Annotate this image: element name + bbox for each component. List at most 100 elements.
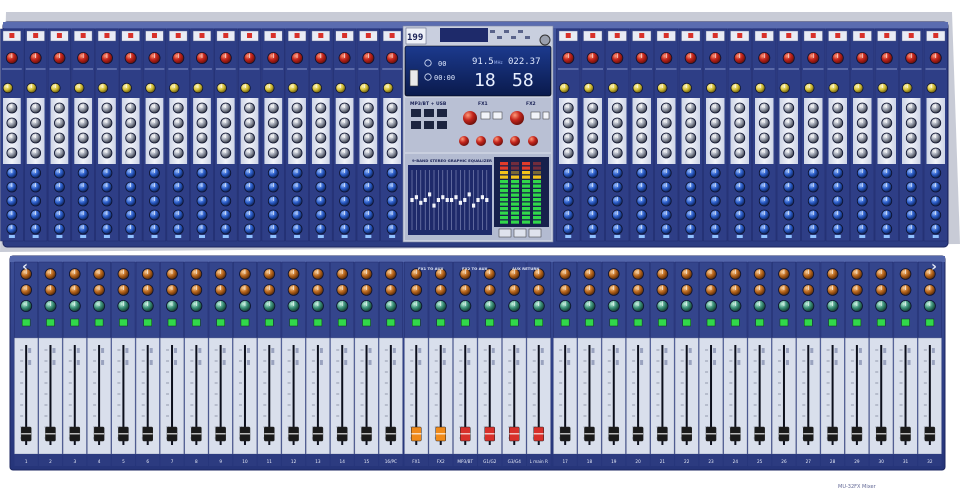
sub-button[interactable] <box>442 360 446 365</box>
mute-button[interactable] <box>461 318 470 327</box>
eq-slider-cap[interactable] <box>485 198 489 202</box>
pfl-button[interactable] <box>591 348 595 353</box>
pfl-button[interactable] <box>615 348 619 353</box>
sub-button[interactable] <box>540 360 544 365</box>
pfl-button[interactable] <box>198 348 202 353</box>
fx2-program-knob[interactable] <box>510 111 524 125</box>
mute-button[interactable] <box>925 318 935 327</box>
mute-button[interactable] <box>289 318 298 327</box>
eq-slider-cap[interactable] <box>428 192 432 197</box>
pfl-button[interactable] <box>149 348 153 353</box>
fx1-program-knob[interactable] <box>463 111 477 125</box>
mute-button[interactable] <box>240 318 250 327</box>
sub-button[interactable] <box>491 360 495 365</box>
sub-button[interactable] <box>101 360 105 365</box>
pfl-button[interactable] <box>392 348 396 353</box>
sub-button[interactable] <box>295 360 299 365</box>
pfl-button[interactable] <box>834 348 838 353</box>
mute-button[interactable] <box>119 318 128 327</box>
pfl-button[interactable] <box>76 348 80 353</box>
pfl-button[interactable] <box>491 348 495 353</box>
pfl-button[interactable] <box>52 348 56 353</box>
sub-button[interactable] <box>149 360 153 365</box>
mute-button[interactable] <box>534 318 543 327</box>
eq-slider-cap[interactable] <box>441 195 445 200</box>
sub-button[interactable] <box>344 360 348 365</box>
pfl-button[interactable] <box>28 348 32 353</box>
pfl-button[interactable] <box>101 348 105 353</box>
mute-button[interactable] <box>143 318 152 327</box>
sub-button[interactable] <box>467 360 471 365</box>
pfl-button[interactable] <box>344 348 348 353</box>
mute-button[interactable] <box>216 318 225 327</box>
mute-button[interactable] <box>901 318 910 327</box>
eq-slider-cap[interactable] <box>432 203 436 208</box>
mute-button[interactable] <box>658 318 667 327</box>
eq-slider-cap[interactable] <box>476 198 480 202</box>
mute-button[interactable] <box>804 318 813 327</box>
pfl-button[interactable] <box>664 348 668 353</box>
pfl-button[interactable] <box>418 348 422 353</box>
mute-button[interactable] <box>412 318 421 327</box>
mute-button[interactable] <box>362 318 371 327</box>
mute-button[interactable] <box>436 318 445 327</box>
mute-button[interactable] <box>510 318 519 327</box>
eq-slider-cap[interactable] <box>445 198 449 202</box>
pfl-button[interactable] <box>295 348 299 353</box>
mute-button[interactable] <box>633 318 643 327</box>
pfl-button[interactable] <box>907 348 911 353</box>
usb-slot[interactable] <box>409 69 419 87</box>
pfl-button[interactable] <box>858 348 862 353</box>
sub-button[interactable] <box>713 360 717 365</box>
sub-button[interactable] <box>319 360 323 365</box>
mute-button[interactable] <box>337 318 347 327</box>
eq-slider-cap[interactable] <box>419 200 423 205</box>
mute-button[interactable] <box>876 318 886 327</box>
mute-button[interactable] <box>167 318 177 327</box>
sub-button[interactable] <box>737 360 741 365</box>
pfl-button[interactable] <box>467 348 471 353</box>
sub-button[interactable] <box>688 360 692 365</box>
sub-button[interactable] <box>418 360 422 365</box>
pfl-button[interactable] <box>883 348 887 353</box>
mute-button[interactable] <box>682 318 691 327</box>
mute-button[interactable] <box>779 318 789 327</box>
eq-slider-cap[interactable] <box>436 198 440 202</box>
next-arrow-icon[interactable]: › <box>927 258 941 276</box>
pfl-button[interactable] <box>688 348 692 353</box>
pfl-button[interactable] <box>246 348 250 353</box>
eq-slider-cap[interactable] <box>454 195 458 200</box>
pfl-button[interactable] <box>761 348 765 353</box>
sub-button[interactable] <box>198 360 202 365</box>
eq-slider-cap[interactable] <box>450 198 454 202</box>
pfl-button[interactable] <box>785 348 789 353</box>
eq-slider-cap[interactable] <box>467 192 471 197</box>
sub-button[interactable] <box>761 360 765 365</box>
mute-button[interactable] <box>265 318 274 327</box>
sub-button[interactable] <box>368 360 372 365</box>
sub-button[interactable] <box>222 360 226 365</box>
sub-button[interactable] <box>931 360 935 365</box>
eq-slider-cap[interactable] <box>472 203 476 208</box>
pfl-button[interactable] <box>810 348 814 353</box>
eq-slider-cap[interactable] <box>410 198 414 202</box>
pfl-button[interactable] <box>931 348 935 353</box>
mute-button[interactable] <box>94 318 104 327</box>
mute-button[interactable] <box>609 318 619 327</box>
eq-slider-cap[interactable] <box>414 195 418 200</box>
mute-button[interactable] <box>46 318 55 327</box>
mute-button[interactable] <box>560 318 570 327</box>
sub-button[interactable] <box>271 360 275 365</box>
eq-slider-cap[interactable] <box>480 195 484 200</box>
sub-button[interactable] <box>664 360 668 365</box>
sub-button[interactable] <box>516 360 520 365</box>
pfl-button[interactable] <box>640 348 644 353</box>
mute-button[interactable] <box>852 318 862 327</box>
fx1-level-knob-b[interactable] <box>476 136 486 146</box>
sub-button[interactable] <box>810 360 814 365</box>
mute-button[interactable] <box>706 318 716 327</box>
pfl-button[interactable] <box>174 348 178 353</box>
sub-button[interactable] <box>858 360 862 365</box>
eq-slider-cap[interactable] <box>463 198 467 202</box>
previous-arrow-icon[interactable]: ‹ <box>18 258 32 276</box>
